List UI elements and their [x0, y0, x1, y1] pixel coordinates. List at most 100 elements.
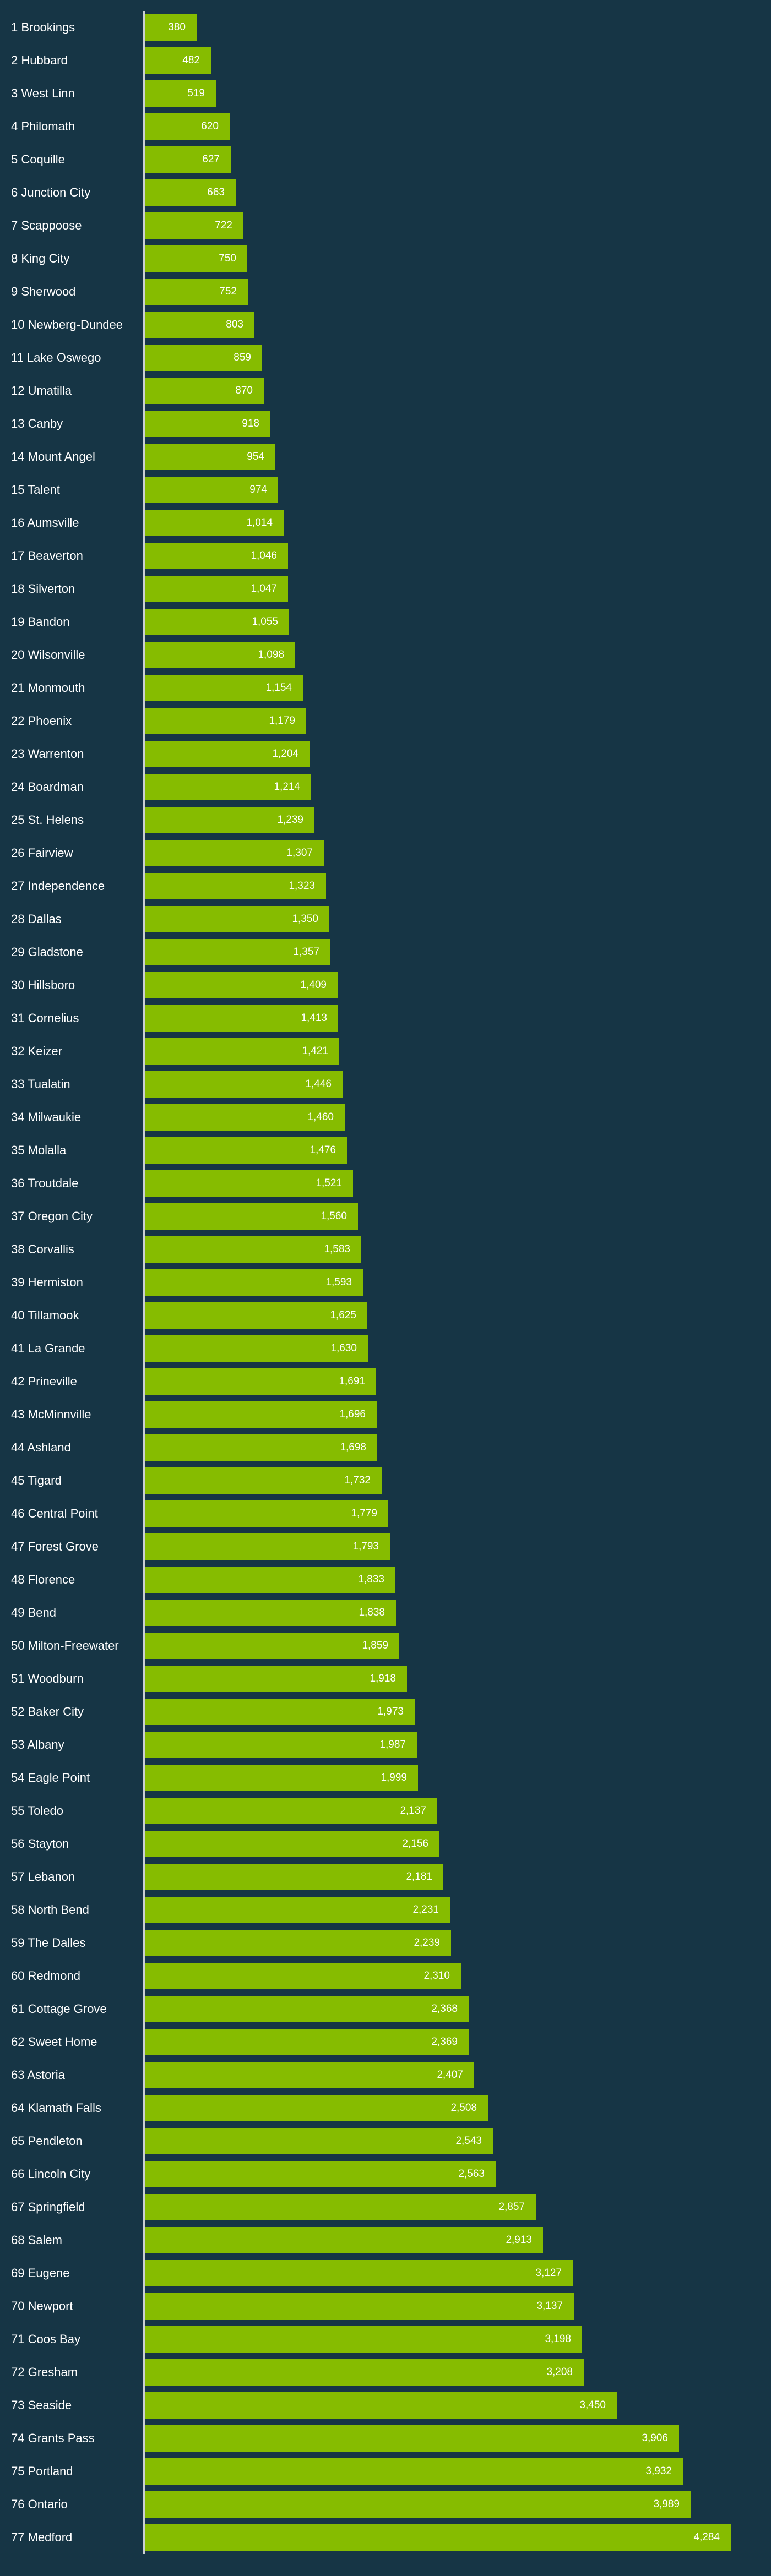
- category-label: 34 Milwaukie: [11, 1110, 82, 1124]
- category-label: 19 Bandon: [11, 615, 70, 629]
- category-label: 20 Wilsonville: [11, 648, 85, 662]
- value-label: 1,204: [272, 748, 298, 760]
- value-label: 1,560: [321, 1210, 347, 1222]
- category-label: 1 Brookings: [11, 20, 75, 34]
- category-label: 16 Aumsville: [11, 516, 79, 530]
- category-label: 77 Medford: [11, 2530, 73, 2544]
- category-label: 3 West Linn: [11, 86, 75, 100]
- category-label: 53 Albany: [11, 1738, 64, 1751]
- value-label: 1,696: [339, 1409, 366, 1420]
- value-label: 3,127: [535, 2267, 562, 2279]
- value-label: 3,208: [546, 2366, 573, 2378]
- category-label: 39 Hermiston: [11, 1275, 83, 1289]
- category-label: 74 Grants Pass: [11, 2431, 95, 2445]
- category-label: 29 Gladstone: [11, 945, 83, 959]
- category-label: 43 McMinnville: [11, 1407, 91, 1421]
- value-label: 3,932: [645, 2465, 672, 2477]
- category-label: 44 Ashland: [11, 1440, 71, 1454]
- value-label: 627: [202, 154, 220, 165]
- value-label: 1,593: [325, 1276, 352, 1288]
- category-label: 12 Umatilla: [11, 384, 72, 397]
- category-label: 62 Sweet Home: [11, 2035, 97, 2049]
- category-label: 73 Seaside: [11, 2398, 72, 2412]
- value-label: 1,521: [316, 1177, 342, 1189]
- value-label: 2,913: [506, 2234, 532, 2246]
- category-label: 26 Fairview: [11, 846, 73, 860]
- category-label: 31 Cornelius: [11, 1011, 79, 1025]
- category-label: 48 Florence: [11, 1573, 75, 1586]
- category-label: 51 Woodburn: [11, 1672, 84, 1685]
- category-label: 65 Pendleton: [11, 2134, 83, 2148]
- category-label: 35 Molalla: [11, 1143, 67, 1157]
- value-label: 482: [182, 54, 200, 66]
- category-label: 37 Oregon City: [11, 1209, 93, 1223]
- value-label: 1,691: [339, 1376, 365, 1387]
- value-label: 750: [219, 253, 236, 264]
- value-label: 2,407: [437, 2069, 463, 2081]
- value-label: 859: [234, 352, 251, 363]
- category-label: 46 Central Point: [11, 1507, 98, 1520]
- value-label: 1,446: [305, 1078, 332, 1090]
- category-label: 50 Milton-Freewater: [11, 1639, 119, 1652]
- category-label: 7 Scappoose: [11, 219, 82, 232]
- category-label: 30 Hillsboro: [11, 978, 75, 992]
- horizontal-bar-chart: 1 Brookings 380 2 Hubbard 482 3 West Linn 519…: [0, 0, 771, 2576]
- value-label: 1,098: [258, 649, 284, 661]
- value-label: 3,137: [536, 2300, 563, 2312]
- value-label: 1,409: [300, 979, 327, 991]
- value-label: 620: [201, 121, 219, 132]
- value-label: 3,989: [653, 2498, 680, 2510]
- value-label: 1,323: [289, 880, 315, 892]
- value-label: 918: [242, 418, 259, 429]
- category-label: 6 Junction City: [11, 185, 91, 199]
- value-label: 1,838: [359, 1607, 385, 1618]
- value-label: 2,563: [458, 2168, 485, 2180]
- value-label: 1,973: [377, 1706, 404, 1717]
- value-label: 4,284: [693, 2531, 720, 2543]
- category-label: 9 Sherwood: [11, 285, 76, 298]
- category-label: 32 Keizer: [11, 1044, 62, 1058]
- value-label: 1,055: [252, 616, 278, 627]
- category-label: 66 Lincoln City: [11, 2167, 91, 2181]
- category-label: 47 Forest Grove: [11, 1540, 99, 1553]
- category-label: 33 Tualatin: [11, 1077, 70, 1091]
- value-label: 1,999: [381, 1772, 407, 1783]
- category-label: 2 Hubbard: [11, 53, 68, 67]
- category-label: 45 Tigard: [11, 1473, 62, 1487]
- category-label: 21 Monmouth: [11, 681, 85, 695]
- category-label: 68 Salem: [11, 2233, 62, 2247]
- category-label: 54 Eagle Point: [11, 1771, 90, 1784]
- value-label: 1,625: [330, 1309, 356, 1321]
- value-label: 1,307: [286, 847, 313, 859]
- value-label: 954: [247, 451, 264, 462]
- category-label: 38 Corvallis: [11, 1242, 74, 1256]
- value-label: 1,350: [292, 913, 318, 925]
- category-label: 58 North Bend: [11, 1903, 89, 1917]
- category-label: 5 Coquille: [11, 152, 65, 166]
- category-label: 27 Independence: [11, 879, 105, 893]
- value-label: 3,450: [579, 2399, 606, 2411]
- category-label: 18 Silverton: [11, 582, 75, 596]
- value-label: 2,368: [431, 2003, 458, 2015]
- value-label: 2,857: [498, 2201, 525, 2213]
- category-label: 60 Redmond: [11, 1969, 80, 1983]
- value-label: 1,413: [301, 1012, 327, 1024]
- category-label: 76 Ontario: [11, 2497, 68, 2511]
- category-label: 36 Troutdale: [11, 1176, 79, 1190]
- category-label: 17 Beaverton: [11, 549, 83, 563]
- category-label: 75 Portland: [11, 2464, 73, 2478]
- category-label: 4 Philomath: [11, 119, 75, 133]
- category-label: 55 Toledo: [11, 1804, 64, 1818]
- value-label: 3,906: [642, 2432, 668, 2444]
- value-label: 2,543: [455, 2135, 482, 2147]
- category-label: 70 Newport: [11, 2299, 73, 2313]
- value-label: 803: [226, 319, 243, 330]
- value-label: 2,156: [402, 1838, 428, 1849]
- value-label: 1,987: [379, 1739, 406, 1750]
- value-label: 1,046: [251, 550, 277, 561]
- value-label: 2,231: [412, 1904, 439, 1915]
- category-label: 41 La Grande: [11, 1341, 85, 1355]
- value-label: 3,198: [545, 2333, 571, 2345]
- value-label: 1,918: [370, 1673, 396, 1684]
- value-label: 1,421: [302, 1045, 328, 1057]
